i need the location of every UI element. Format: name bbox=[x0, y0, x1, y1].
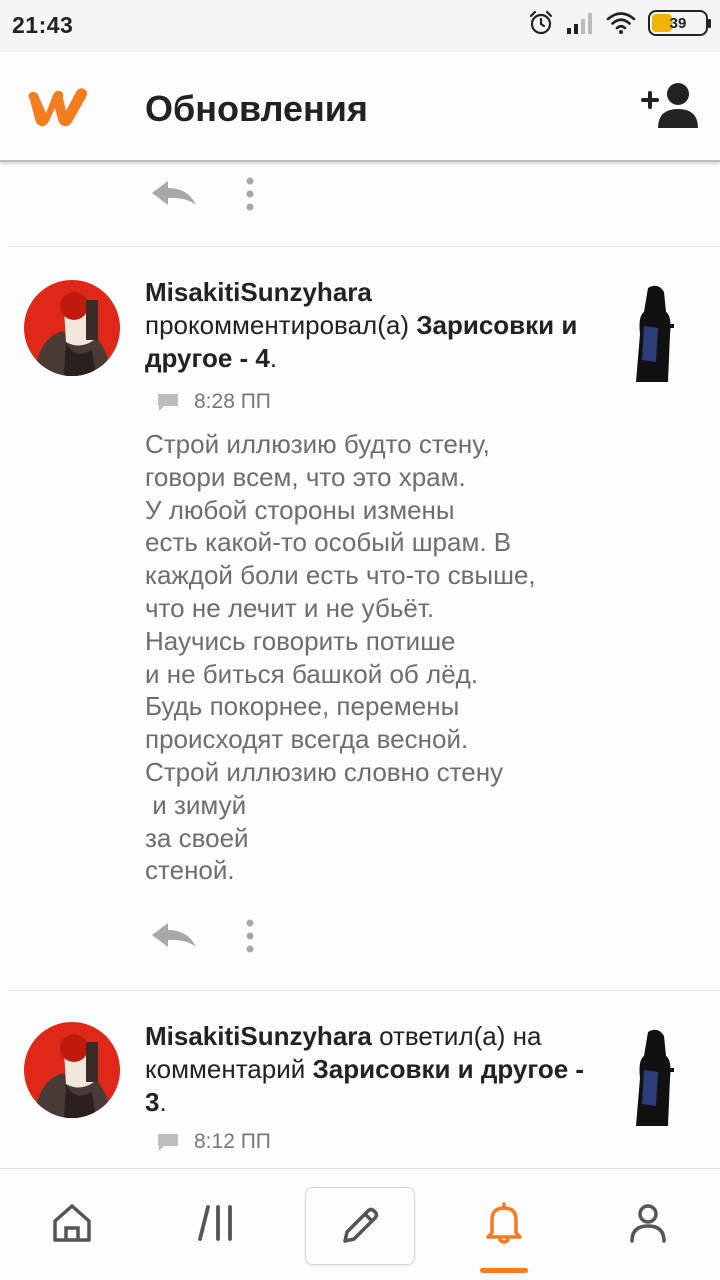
notification-suffix: . bbox=[269, 343, 278, 373]
nav-home[interactable] bbox=[22, 1183, 122, 1263]
status-time: 21:43 bbox=[12, 12, 74, 38]
avatar[interactable] bbox=[24, 280, 120, 376]
notification-feed[interactable]: MisakitiSunzyhara прокомментировал(а) За… bbox=[0, 164, 720, 1168]
comment-text: Строй иллюзию будто стену, говори всем, … bbox=[145, 429, 536, 886]
divider bbox=[8, 990, 720, 991]
more-vert-icon[interactable] bbox=[244, 918, 256, 954]
nav-write[interactable] bbox=[305, 1187, 415, 1265]
notification-suffix: . bbox=[159, 1087, 167, 1117]
person-icon bbox=[630, 1204, 666, 1243]
status-icons: 39 bbox=[528, 10, 711, 36]
signal-icon bbox=[567, 13, 592, 34]
nav-profile[interactable] bbox=[598, 1183, 698, 1263]
pencil-icon bbox=[343, 1207, 379, 1243]
action-row bbox=[150, 918, 256, 954]
comment-icon bbox=[158, 394, 178, 411]
nav-notifications[interactable] bbox=[454, 1183, 554, 1263]
story-cover-thumbnail[interactable] bbox=[628, 282, 680, 386]
username-link[interactable]: MisakitiSunzyhara bbox=[145, 1021, 372, 1051]
timestamp-row: 8:28 ПП bbox=[156, 390, 271, 414]
action-row-previous bbox=[150, 176, 256, 212]
library-icon bbox=[198, 1205, 232, 1241]
bell-icon bbox=[486, 1202, 522, 1244]
notification-text: MisakitiSunzyhara ответил(а) на коммента… bbox=[145, 1020, 605, 1119]
reply-icon[interactable] bbox=[150, 177, 198, 211]
timestamp: 8:28 ПП bbox=[194, 390, 271, 413]
home-icon bbox=[53, 1204, 91, 1242]
page-title: Обновления bbox=[145, 88, 368, 129]
timestamp: 8:12 ПП bbox=[194, 1130, 271, 1153]
bottom-nav bbox=[0, 1168, 720, 1280]
notification-text: MisakitiSunzyhara прокомментировал(а) За… bbox=[145, 276, 605, 375]
username-link[interactable]: MisakitiSunzyhara bbox=[145, 277, 372, 307]
add-user-icon[interactable] bbox=[640, 80, 698, 132]
wifi-icon bbox=[606, 12, 636, 34]
story-cover-thumbnail[interactable] bbox=[628, 1026, 680, 1130]
more-vert-icon[interactable] bbox=[244, 176, 256, 212]
avatar[interactable] bbox=[24, 1022, 120, 1118]
nav-library[interactable] bbox=[168, 1183, 268, 1263]
notification-action: прокомментировал(а) bbox=[145, 310, 409, 340]
active-tab-indicator bbox=[480, 1268, 528, 1273]
alarm-icon bbox=[529, 10, 553, 35]
divider bbox=[8, 246, 720, 247]
reply-icon[interactable] bbox=[150, 919, 198, 953]
app-bar: Обновления bbox=[0, 52, 720, 162]
wattpad-logo[interactable] bbox=[22, 80, 92, 130]
battery-indicator: 39 bbox=[648, 10, 711, 36]
comment-icon bbox=[158, 1134, 178, 1151]
timestamp-row: 8:12 ПП bbox=[156, 1130, 271, 1154]
status-bar: 21:43 39 bbox=[0, 0, 720, 52]
battery-level: 39 bbox=[669, 14, 687, 32]
